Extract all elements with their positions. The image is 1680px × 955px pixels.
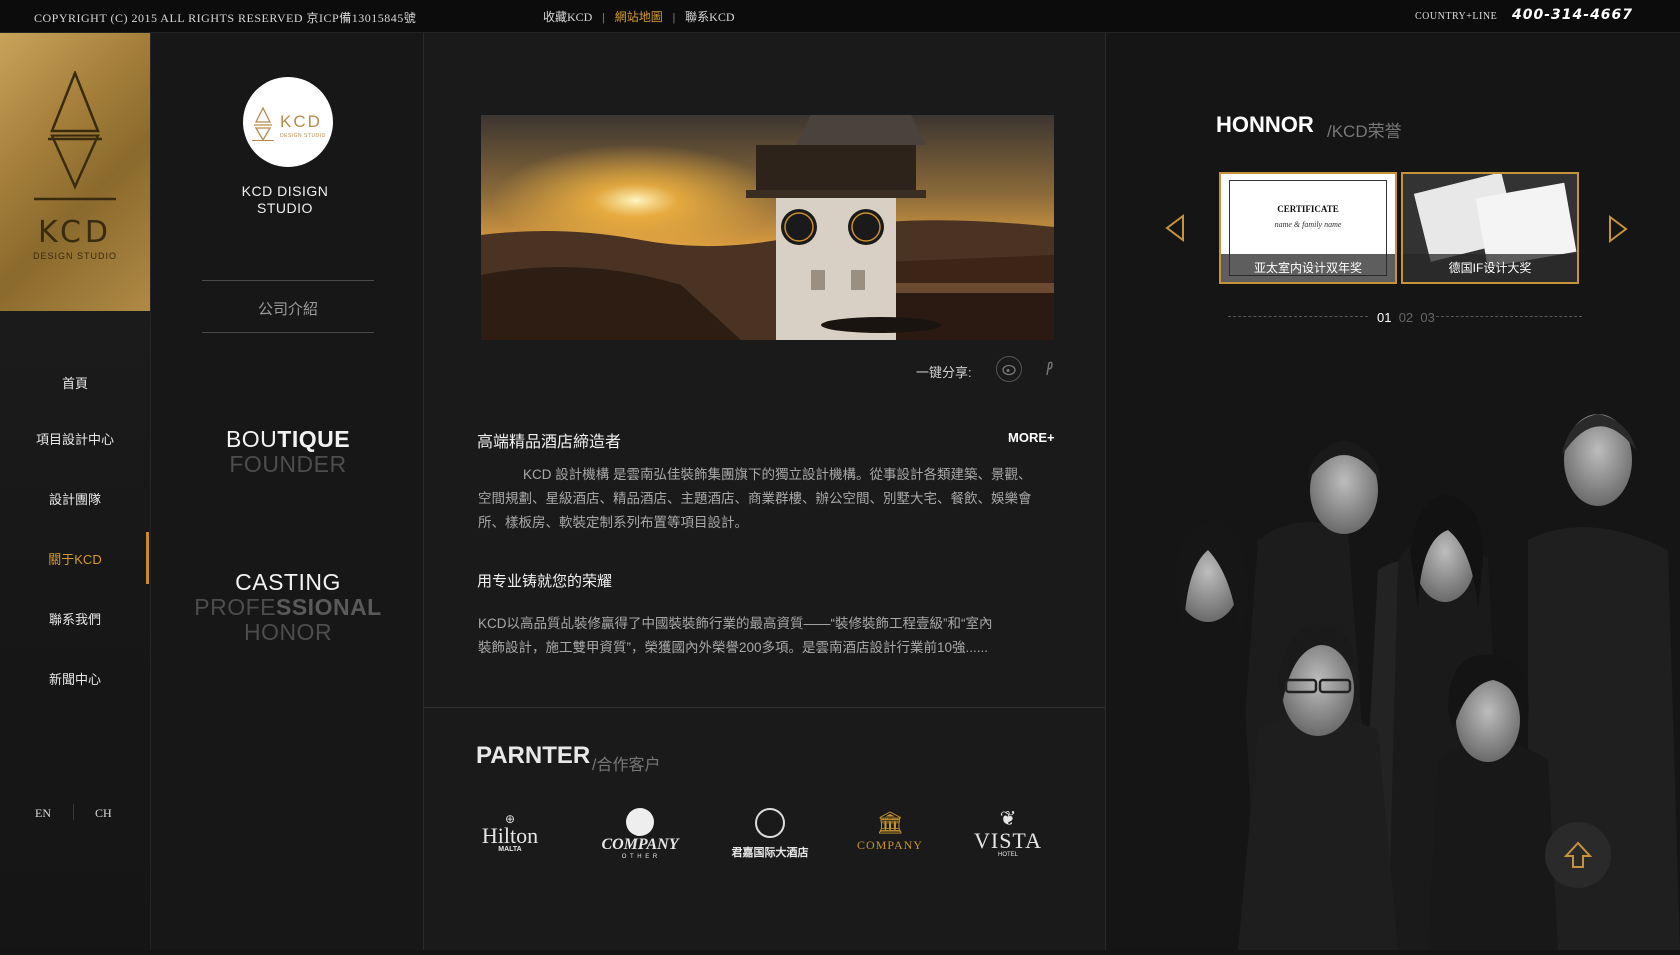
- lang-en[interactable]: EN: [35, 806, 51, 821]
- partner-hilton-name: Hilton: [481, 823, 539, 848]
- brand-logo-text: KCD: [37, 215, 113, 250]
- honor-item-1[interactable]: CERTIFICATE name & family name 亚太室内设计双年奖: [1219, 172, 1397, 284]
- para2-line2: 裝飾設計，施工雙甲資質”，榮獲國內外榮譽200多項。是雲南酒店設計行業前10強.…: [478, 640, 989, 655]
- country-line-label: COUNTRY+LINE: [1415, 11, 1498, 22]
- partner-logo-company-other[interactable]: COMPANY O T H E R: [595, 808, 685, 860]
- arrow-right-icon[interactable]: [1608, 215, 1628, 248]
- studio-name-line1: KCD DISIGN: [241, 183, 329, 199]
- section-divider: [424, 707, 1105, 708]
- nav-item-team[interactable]: 設計團隊: [0, 489, 150, 508]
- lang-divider: [73, 804, 74, 820]
- phone-number: 400-314-4667: [1512, 7, 1634, 23]
- studio-logo-text: KCD: [280, 112, 322, 131]
- pager-page-1[interactable]: 01: [1377, 310, 1391, 325]
- slogan-professional-bold: SSIONAL: [276, 594, 382, 620]
- about-label-bottom-line: [202, 332, 374, 333]
- weibo-icon[interactable]: [996, 356, 1022, 382]
- about-label[interactable]: 公司介紹: [202, 298, 374, 319]
- studio-logo-subtext: DESIGN STUDIO: [280, 133, 326, 139]
- hero-image: [481, 115, 1054, 340]
- partner-company-gold-name: COMPANY: [857, 838, 923, 852]
- slogan-boutique-bold: TIQUE: [277, 426, 351, 452]
- partner-junjia-name: 君嘉国际大酒店: [731, 847, 809, 859]
- top-links: 收藏KCD | 網站地圖 | 聯系KCD: [543, 10, 735, 24]
- slogan-boutique-light: BOU: [225, 426, 278, 452]
- partners-subtitle: /合作客户: [592, 757, 661, 774]
- about-label-top-line: [202, 280, 374, 281]
- pager-page-2[interactable]: 02: [1399, 310, 1413, 325]
- partner-logo-vista[interactable]: ❦ VISTA HOTEL: [968, 808, 1048, 858]
- about-sidebar: [151, 33, 424, 950]
- slogan-boutique: BOUTIQUE FOUNDER: [178, 427, 398, 477]
- partner-logo-hilton[interactable]: ⊕ Hilton MALTA: [470, 812, 550, 853]
- article-paragraph-2: KCD以高品質乩裝修贏得了中國裝裝飾行業的最高資質——“裝修裝飾工程壹級”和“室…: [478, 612, 1058, 660]
- nav-item-about[interactable]: 關于KCD: [0, 549, 150, 568]
- copyright-text: COPYRIGHT (C) 2015 ALL RIGHTS RESERVED 京…: [34, 11, 417, 25]
- slogan-casting-line1: CASTING: [235, 569, 341, 595]
- partner-company-sub: O T H E R: [621, 854, 659, 860]
- slogan-founder: FOUNDER: [229, 451, 347, 477]
- para1-line1: KCD 設計機構 是雲南弘佳裝飾集團旗下的獨立設計機構。從事設計各類建築、景觀、: [523, 467, 1032, 482]
- brand-logo-subtext: DESIGN STUDIO: [32, 251, 117, 261]
- nav-item-home[interactable]: 首頁: [0, 373, 150, 392]
- article-paragraph-1: KCD 設計機構 是雲南弘佳裝飾集團旗下的獨立設計機構。從事設計各類建築、景觀、…: [478, 463, 1058, 535]
- honor-item-2[interactable]: 德国IF设计大奖: [1401, 172, 1579, 284]
- pinterest-icon[interactable]: [1040, 357, 1056, 379]
- partner-logo-junjia[interactable]: 君嘉国际大酒店: [725, 808, 815, 860]
- partner-company-name: COMPANY: [601, 836, 679, 853]
- honor-title: HONNOR: [1216, 112, 1314, 137]
- partner-vista-name: VISTA: [973, 828, 1042, 853]
- article-subtitle: 用专业铸就您的荣耀: [477, 573, 613, 590]
- brand-mark-icon: [34, 71, 116, 201]
- studio-mark-icon: [252, 107, 274, 141]
- slogan-casting: CASTING PROFESSIONAL HONOR: [178, 570, 398, 645]
- slogan-honor: HONOR: [243, 619, 333, 645]
- nav-active-indicator: [146, 532, 149, 584]
- pager-line-left: [1228, 316, 1368, 317]
- partners-title: PARNTER: [476, 742, 591, 769]
- back-to-top-icon: [1563, 841, 1593, 868]
- honor-item-1-caption: 亚太室内设计双年奖: [1221, 254, 1395, 282]
- pager-line-right: [1436, 316, 1582, 317]
- article-title: 高端精品酒店締造者: [477, 434, 622, 451]
- arrow-left-icon[interactable]: [1165, 214, 1185, 247]
- brand-logo[interactable]: [0, 33, 150, 311]
- share-label: 一键分享:: [916, 365, 972, 380]
- partner-logo-company-gold[interactable]: 🏛 COMPANY: [850, 812, 930, 853]
- favorite-link[interactable]: 收藏KCD: [543, 10, 592, 24]
- honor-subtitle: /KCD荣誉: [1327, 122, 1402, 141]
- lang-ch[interactable]: CH: [95, 806, 112, 821]
- pager-page-3[interactable]: 03: [1420, 310, 1434, 325]
- nav-item-news[interactable]: 新聞中心: [0, 669, 150, 688]
- honor-item-2-caption: 德国IF设计大奖: [1403, 254, 1577, 282]
- studio-name: KCD DISIGN STUDIO: [210, 183, 360, 217]
- back-to-top-button[interactable]: [1545, 822, 1611, 888]
- studio-name-line2: STUDIO: [257, 200, 313, 216]
- para1-line2: 空間規劃、星級酒店、精品酒店、主題酒店、商業群樓、辦公空間、別墅大宅、餐飲、娛樂…: [478, 491, 1032, 506]
- para1-line3: 所、樣板房、軟裝定制系列布置等項目設計。: [478, 515, 748, 530]
- certificate-line: name & family name: [1274, 220, 1342, 229]
- nav-item-projects[interactable]: 項目設計中心: [0, 429, 150, 448]
- sitemap-link[interactable]: 網站地圖: [615, 10, 663, 24]
- more-link[interactable]: MORE+: [1008, 430, 1055, 445]
- certificate-heading: CERTIFICATE: [1277, 204, 1339, 214]
- honor-pager: 01 02 03: [1377, 310, 1435, 325]
- slogan-professional-light: PROFE: [194, 594, 276, 620]
- nav-item-contact[interactable]: 聯系我們: [0, 609, 150, 628]
- para2-line1: KCD以高品質乩裝修贏得了中國裝裝飾行業的最高資質——“裝修裝飾工程壹級”和“室…: [478, 616, 993, 631]
- contact-link[interactable]: 聯系KCD: [685, 10, 734, 24]
